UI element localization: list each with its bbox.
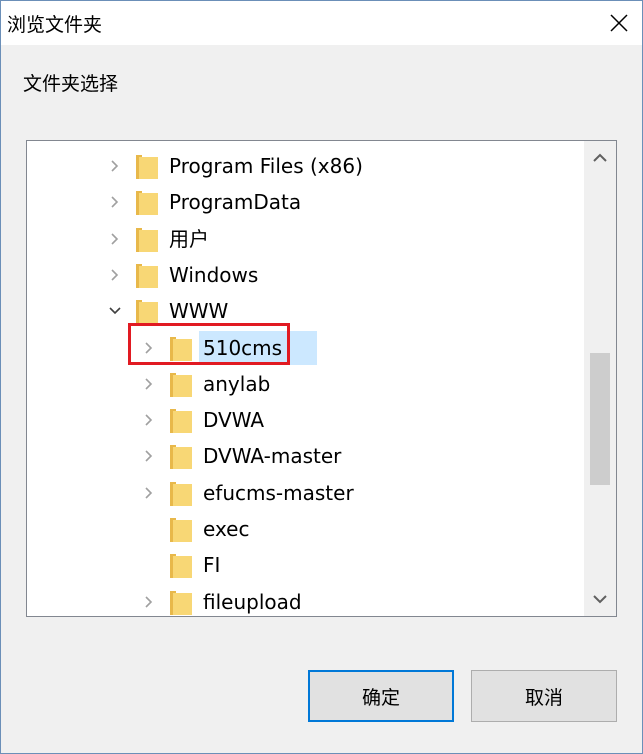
chevron-right-icon: [145, 450, 153, 462]
tree-item-label: Windows: [169, 262, 259, 287]
tree-item-label: DVWA-master: [203, 444, 342, 469]
chevron-right-icon: [145, 596, 153, 608]
expander-button[interactable]: [140, 375, 158, 393]
folder-icon: [170, 554, 192, 579]
tree-item[interactable]: DVWA-master: [27, 438, 584, 474]
tree-item-label: Program Files (x86): [169, 154, 363, 178]
tree-item-label: ProgramData: [169, 190, 302, 215]
folder-icon: [170, 518, 192, 542]
chevron-right-icon: [111, 160, 119, 172]
tree-item-label: efucms-master: [203, 480, 354, 505]
tree-item[interactable]: efucms-master: [27, 475, 584, 511]
chevron-right-icon: [111, 233, 119, 245]
tree-item-label: exec: [203, 517, 250, 541]
tree-item[interactable]: exec: [27, 511, 584, 547]
tree-item-label: WWW: [169, 299, 229, 324]
folder-icon: [170, 481, 192, 506]
folder-icon: [136, 300, 158, 325]
chevron-right-icon: [111, 269, 119, 281]
folder-icon: [170, 590, 192, 615]
scroll-up-button[interactable]: [584, 141, 616, 175]
tree-item[interactable]: Windows: [27, 257, 584, 293]
chevron-right-icon: [145, 414, 153, 426]
expander-button[interactable]: [140, 484, 158, 502]
expander-button[interactable]: [140, 593, 158, 611]
folder-icon: [170, 409, 192, 434]
expander-button[interactable]: [106, 193, 124, 211]
tree-item[interactable]: FI: [27, 547, 584, 583]
folder-icon: [170, 445, 192, 470]
tree-item[interactable]: 用户: [27, 221, 584, 257]
ok-button[interactable]: 确定: [308, 670, 454, 722]
tree-item[interactable]: ProgramData: [27, 184, 584, 220]
expander-button[interactable]: [140, 447, 158, 465]
folder-icon: [136, 155, 158, 179]
close-button[interactable]: [596, 1, 642, 45]
folder-tree-viewport: Program Files (x86) ProgramData 用户 Windows W…: [27, 141, 584, 616]
expander-button[interactable]: [106, 157, 124, 175]
dialog-title: 浏览文件夹: [7, 14, 103, 36]
browse-folder-dialog: 浏览文件夹 文件夹选择 Program Files (x86) ProgramDa…: [0, 0, 643, 754]
tree-item[interactable]: fileupload: [27, 584, 584, 616]
close-icon: [610, 14, 628, 32]
scroll-down-button[interactable]: [584, 582, 616, 616]
tree-item[interactable]: WWW: [27, 293, 584, 329]
tree-item-label: DVWA: [203, 408, 265, 433]
expander-button[interactable]: [106, 302, 124, 320]
scrollbar-thumb[interactable]: [590, 353, 610, 485]
vertical-scrollbar[interactable]: [584, 141, 616, 616]
expander-button[interactable]: [106, 266, 124, 284]
chevron-down-icon: [109, 307, 121, 315]
folder-icon: [170, 372, 192, 397]
chevron-down-icon: [593, 595, 607, 604]
title-bar: 浏览文件夹: [1, 1, 642, 45]
folder-icon: [136, 227, 158, 252]
expander-button[interactable]: [140, 411, 158, 429]
tree-item-label: FI: [203, 553, 221, 578]
cancel-button[interactable]: 取消: [471, 670, 617, 722]
chevron-right-icon: [111, 196, 119, 208]
tree-item-label: anylab: [203, 371, 271, 396]
red-annotation-box: [128, 323, 290, 365]
tree-item[interactable]: 510cms: [27, 330, 584, 366]
expander-button[interactable]: [106, 230, 124, 248]
chevron-up-icon: [593, 153, 607, 162]
folder-icon: [136, 191, 158, 216]
tree-item[interactable]: DVWA: [27, 402, 584, 438]
tree-item-label: 用户: [169, 226, 209, 251]
folder-tree[interactable]: Program Files (x86) ProgramData 用户 Windows W…: [26, 140, 617, 617]
chevron-right-icon: [145, 487, 153, 499]
instruction-text: 文件夹选择: [23, 73, 119, 95]
tree-item-label: fileupload: [203, 589, 302, 614]
tree-item[interactable]: Program Files (x86): [27, 148, 584, 184]
tree-item[interactable]: anylab: [27, 366, 584, 402]
folder-icon: [136, 263, 158, 288]
chevron-right-icon: [145, 378, 153, 390]
